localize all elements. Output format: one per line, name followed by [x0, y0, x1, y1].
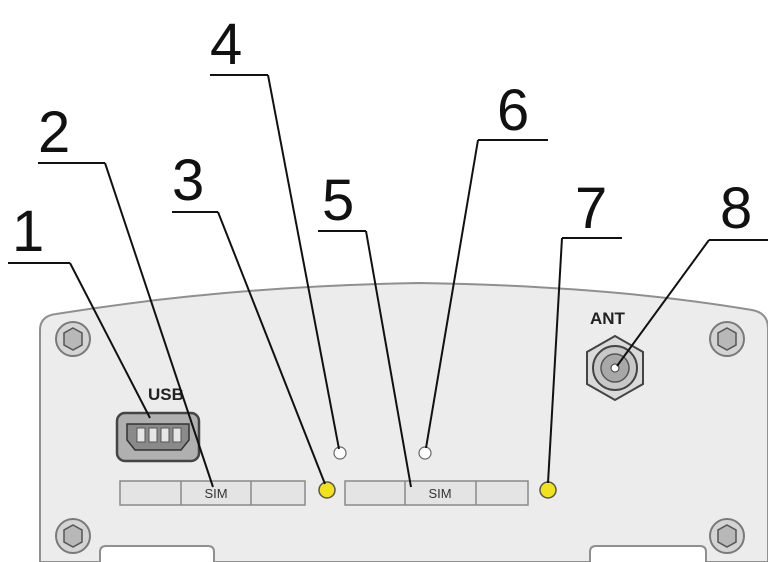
callout-2: 2	[38, 100, 70, 165]
callout-1: 1	[12, 199, 44, 264]
callout-4: 4	[210, 12, 242, 77]
led-white-right	[418, 446, 432, 460]
screw-icon	[55, 321, 91, 357]
callout-3: 3	[172, 148, 204, 213]
led-yellow-left	[318, 481, 336, 499]
bottom-notch-left	[99, 545, 215, 562]
device-front-panel-diagram: USB SIM SIM ANT 1 2 3 4 5 6 7 8	[8, 12, 768, 562]
ant-label: ANT	[590, 309, 626, 328]
usb-label: USB	[148, 385, 184, 404]
led-yellow-right	[539, 481, 557, 499]
bottom-notch-right	[589, 545, 707, 562]
sim-label-1: SIM	[204, 486, 227, 501]
screw-icon	[55, 518, 91, 554]
callout-7: 7	[575, 176, 607, 241]
screw-icon	[709, 518, 745, 554]
led-white-left	[333, 446, 347, 460]
callout-5: 5	[322, 168, 354, 233]
usb-port-icon	[115, 411, 201, 463]
sim-label-2: SIM	[428, 486, 451, 501]
screw-icon	[709, 321, 745, 357]
callout-8: 8	[720, 176, 752, 241]
callout-6: 6	[497, 78, 529, 143]
